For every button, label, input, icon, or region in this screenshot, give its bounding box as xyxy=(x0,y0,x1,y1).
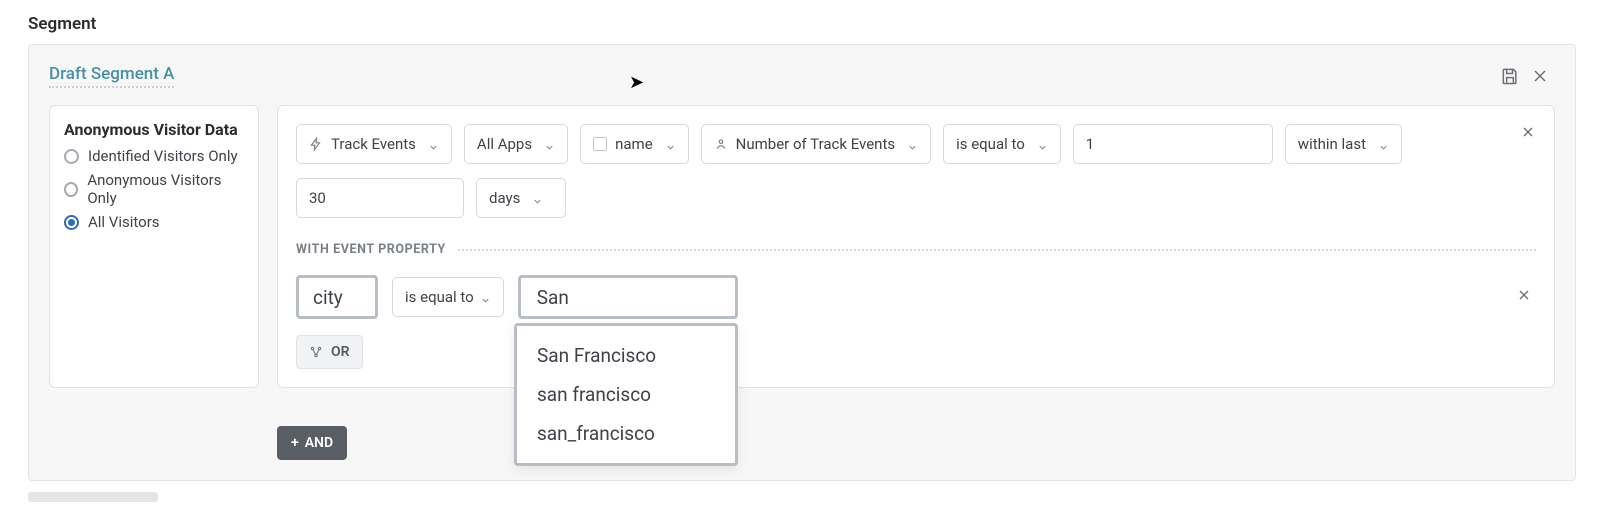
or-button[interactable]: OR xyxy=(296,335,363,369)
chevron-down-icon xyxy=(480,292,491,303)
suggestion-dropdown: San Francisco san francisco san_francisc… xyxy=(514,323,738,466)
app-scope-select[interactable]: All Apps xyxy=(464,124,568,164)
radio-anonymous[interactable]: Anonymous Visitors Only xyxy=(64,171,244,207)
metric-select[interactable]: Number of Track Events xyxy=(701,124,931,164)
and-label: AND xyxy=(305,435,333,451)
range-unit-label: days xyxy=(489,189,520,207)
operator-label: is equal to xyxy=(405,288,474,306)
radio-icon xyxy=(64,182,78,197)
suggestion-item[interactable]: san_francisco xyxy=(517,414,735,453)
range-pref-label: within last xyxy=(1298,135,1366,153)
chevron-down-icon xyxy=(1378,139,1389,150)
rules-card: Track Events All Apps name Number xyxy=(277,105,1555,388)
suggestion-item[interactable]: san francisco xyxy=(517,375,735,414)
remove-filter-icon[interactable] xyxy=(1512,283,1536,307)
chevron-down-icon xyxy=(544,139,555,150)
property-operator-select[interactable]: is equal to xyxy=(392,277,504,317)
chevron-down-icon xyxy=(428,139,439,150)
chevron-down-icon xyxy=(907,139,918,150)
visitor-data-card: Anonymous Visitor Data Identified Visito… xyxy=(49,105,259,388)
property-slot-select[interactable]: name xyxy=(580,124,689,164)
branch-icon xyxy=(309,345,323,359)
radio-icon xyxy=(64,215,79,230)
visitor-data-title: Anonymous Visitor Data xyxy=(64,120,244,139)
property-value-input[interactable] xyxy=(518,275,738,319)
radio-label: All Visitors xyxy=(88,213,160,231)
range-unit-select[interactable]: days xyxy=(476,178,566,218)
property-name-input[interactable] xyxy=(296,275,378,319)
chevron-down-icon xyxy=(532,193,543,204)
chevron-down-icon xyxy=(665,139,676,150)
radio-identified[interactable]: Identified Visitors Only xyxy=(64,147,244,165)
remove-rule-icon[interactable] xyxy=(1516,120,1540,144)
bolt-icon xyxy=(309,137,323,151)
suggestion-item[interactable]: San Francisco xyxy=(517,336,735,375)
metric-label: Number of Track Events xyxy=(736,135,895,153)
event-type-select[interactable]: Track Events xyxy=(296,124,452,164)
chevron-down-icon xyxy=(1037,139,1048,150)
checkbox-icon xyxy=(593,137,607,151)
property-slot-label: name xyxy=(615,135,653,153)
segment-title[interactable]: Draft Segment A xyxy=(49,64,174,88)
divider xyxy=(458,249,1536,251)
value-input[interactable] xyxy=(1073,124,1273,164)
bottom-scroll-hint xyxy=(28,492,158,502)
and-button[interactable]: + AND xyxy=(277,426,347,460)
page-title: Segment xyxy=(0,0,1604,44)
filter-section-label: WITH EVENT PROPERTY xyxy=(296,242,446,257)
range-pref-select[interactable]: within last xyxy=(1285,124,1402,164)
radio-icon xyxy=(64,149,79,164)
radio-label: Identified Visitors Only xyxy=(88,147,238,165)
segment-container: Draft Segment A Anonymous Visitor Data I… xyxy=(28,44,1576,481)
segment-header: Draft Segment A xyxy=(29,45,1575,105)
app-scope-label: All Apps xyxy=(477,135,532,153)
comparator-label: is equal to xyxy=(956,135,1025,153)
save-icon[interactable] xyxy=(1495,61,1525,91)
comparator-select[interactable]: is equal to xyxy=(943,124,1061,164)
or-label: OR xyxy=(331,344,350,360)
person-icon xyxy=(714,137,728,151)
close-icon[interactable] xyxy=(1525,61,1555,91)
range-value-input[interactable] xyxy=(296,178,464,218)
event-type-label: Track Events xyxy=(331,135,416,153)
plus-icon: + xyxy=(291,435,299,451)
radio-label: Anonymous Visitors Only xyxy=(87,171,244,207)
radio-all[interactable]: All Visitors xyxy=(64,213,244,231)
